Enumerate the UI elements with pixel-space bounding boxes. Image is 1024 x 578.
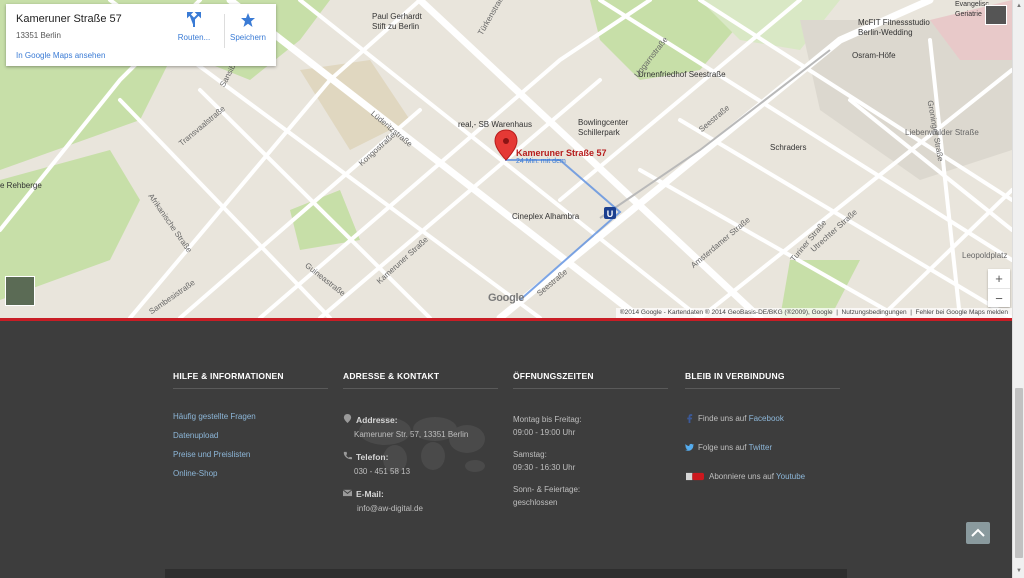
save-button-label: Speichern <box>229 33 267 42</box>
scrollbar-thumb[interactable] <box>1015 388 1023 558</box>
twitter-icon <box>685 444 694 452</box>
weekday-label: Montag bis Freitag: <box>513 415 582 424</box>
poi-label[interactable]: Urnenfriedhof Seestraße <box>638 70 726 80</box>
place-address: 13351 Berlin <box>16 31 61 40</box>
weekday-hours: 09:00 - 19:00 Uhr <box>513 428 576 437</box>
save-button[interactable]: Speichern <box>224 10 272 42</box>
route-button-label: Routen... <box>177 33 211 42</box>
poi-photo-thumbnail[interactable] <box>985 5 1007 25</box>
report-error-link[interactable]: Fehler bei Google Maps melden <box>916 309 1009 316</box>
street-label: Leopoldplatz <box>962 251 1008 260</box>
star-icon <box>241 13 255 27</box>
help-heading: HILFE & INFORMATIONEN <box>173 371 328 389</box>
scroll-up-arrow-icon[interactable]: ▲ <box>1015 2 1023 10</box>
phone-label: Telefon: <box>356 452 389 462</box>
poi-label[interactable]: e Rehberge <box>0 181 42 191</box>
opening-hours-heading: ÖFFNUNGSZEITEN <box>513 371 668 389</box>
poi-label[interactable]: Evangelisc Geriatrie <box>955 0 989 20</box>
saturday-hours: 09:30 - 16:30 Uhr <box>513 463 576 472</box>
prices-link[interactable]: Preise und Preislisten <box>173 450 328 459</box>
saturday-label: Samstag: <box>513 450 547 459</box>
phone-value: 030 - 451 58 13 <box>354 467 411 476</box>
zoom-control: + − <box>988 269 1010 307</box>
scroll-to-top-button[interactable] <box>966 522 990 544</box>
marker-travel-time[interactable]: 24 Min. mit dem <box>516 158 566 165</box>
view-in-google-maps-link[interactable]: In Google Maps ansehen <box>16 51 105 60</box>
svg-text:U: U <box>607 209 614 219</box>
sunday-hours: geschlossen <box>513 498 558 507</box>
place-title: Kameruner Straße 57 <box>16 13 122 25</box>
youtube-row[interactable]: Abonniere uns auf Youtube <box>685 470 840 483</box>
youtube-link[interactable]: Youtube <box>776 472 805 481</box>
twitter-link[interactable]: Twitter <box>749 443 773 452</box>
page-footer: HILFE & INFORMATIONEN Häufig gestellte F… <box>0 321 1012 578</box>
address-value: Kameruner Str. 57, 13351 Berlin <box>354 430 469 439</box>
youtube-icon <box>686 473 704 481</box>
twitter-row[interactable]: Folge uns auf Twitter <box>685 441 840 454</box>
footer-bottom-bar <box>165 569 847 578</box>
marker-label[interactable]: Kameruner Straße 57 <box>516 148 607 158</box>
map-attribution: ®2014 Google - Kartendaten ® 2014 GeoBas… <box>615 308 1012 318</box>
contact-heading: ADRESSE & KONTAKT <box>343 371 498 389</box>
social-heading: BLEIB IN VERBINDUNG <box>685 371 840 389</box>
zoom-in-button[interactable]: + <box>988 269 1010 289</box>
zoom-out-button[interactable]: − <box>988 289 1010 308</box>
faq-link[interactable]: Häufig gestellte Fragen <box>173 412 328 421</box>
email-value[interactable]: info@aw-digital.de <box>343 502 498 515</box>
poi-label[interactable]: Cineplex Alhambra <box>512 212 579 222</box>
poi-label[interactable]: real,- SB Warenhaus <box>458 120 532 130</box>
facebook-link[interactable]: Facebook <box>749 414 784 423</box>
email-label: E-Mail: <box>356 489 384 499</box>
poi-label[interactable]: Paul Gerhardt Stift zu Berlin <box>372 12 422 32</box>
help-column: HILFE & INFORMATIONEN Häufig gestellte F… <box>173 371 328 478</box>
twitter-prefix: Folge uns auf <box>698 443 749 452</box>
poi-label[interactable]: McFIT Fitnessstudio Berlin-Wedding <box>858 18 930 38</box>
satellite-toggle[interactable] <box>5 276 35 306</box>
place-info-card: Kameruner Straße 57 13351 Berlin In Goog… <box>6 4 276 66</box>
address-label: Addresse: <box>356 415 398 425</box>
youtube-prefix: Abonniere uns auf <box>709 472 777 481</box>
chevron-up-icon <box>971 528 985 537</box>
scroll-down-arrow-icon[interactable]: ▼ <box>1015 567 1023 575</box>
map-view[interactable]: U Sansibarstraße Transvaalstraße Afrikan… <box>0 0 1012 318</box>
google-logo: Google <box>488 292 525 304</box>
data-upload-link[interactable]: Datenupload <box>173 431 328 440</box>
online-shop-link[interactable]: Online-Shop <box>173 469 328 478</box>
location-pin-icon <box>343 414 352 424</box>
sunday-label: Sonn- & Feiertage: <box>513 485 581 494</box>
terms-link[interactable]: Nutzungsbedingungen <box>842 309 907 316</box>
copyright-text: ®2014 Google - Kartendaten ® 2014 GeoBas… <box>619 309 833 316</box>
social-column: BLEIB IN VERBINDUNG Finde uns auf Facebo… <box>685 371 840 483</box>
poi-label[interactable]: Osram-Höfe <box>852 51 896 61</box>
route-button[interactable]: Routen... <box>170 10 218 42</box>
envelope-icon <box>343 489 352 497</box>
poi-label[interactable]: Schraders <box>770 143 806 153</box>
poi-label[interactable]: Bowlingcenter Schillerpark <box>578 118 628 138</box>
street-label: Liebenwalder Straße <box>905 128 979 137</box>
facebook-row[interactable]: Finde uns auf Facebook <box>685 412 840 425</box>
facebook-prefix: Finde uns auf <box>698 414 749 423</box>
page-scrollbar[interactable]: ▲ ▼ <box>1012 0 1024 578</box>
directions-icon <box>187 12 201 27</box>
opening-hours-column: ÖFFNUNGSZEITEN Montag bis Freitag: 09:00… <box>513 371 668 509</box>
contact-column: ADRESSE & KONTAKT Addresse: Kameruner St… <box>343 371 498 515</box>
facebook-icon <box>687 414 693 424</box>
phone-icon <box>343 452 352 460</box>
